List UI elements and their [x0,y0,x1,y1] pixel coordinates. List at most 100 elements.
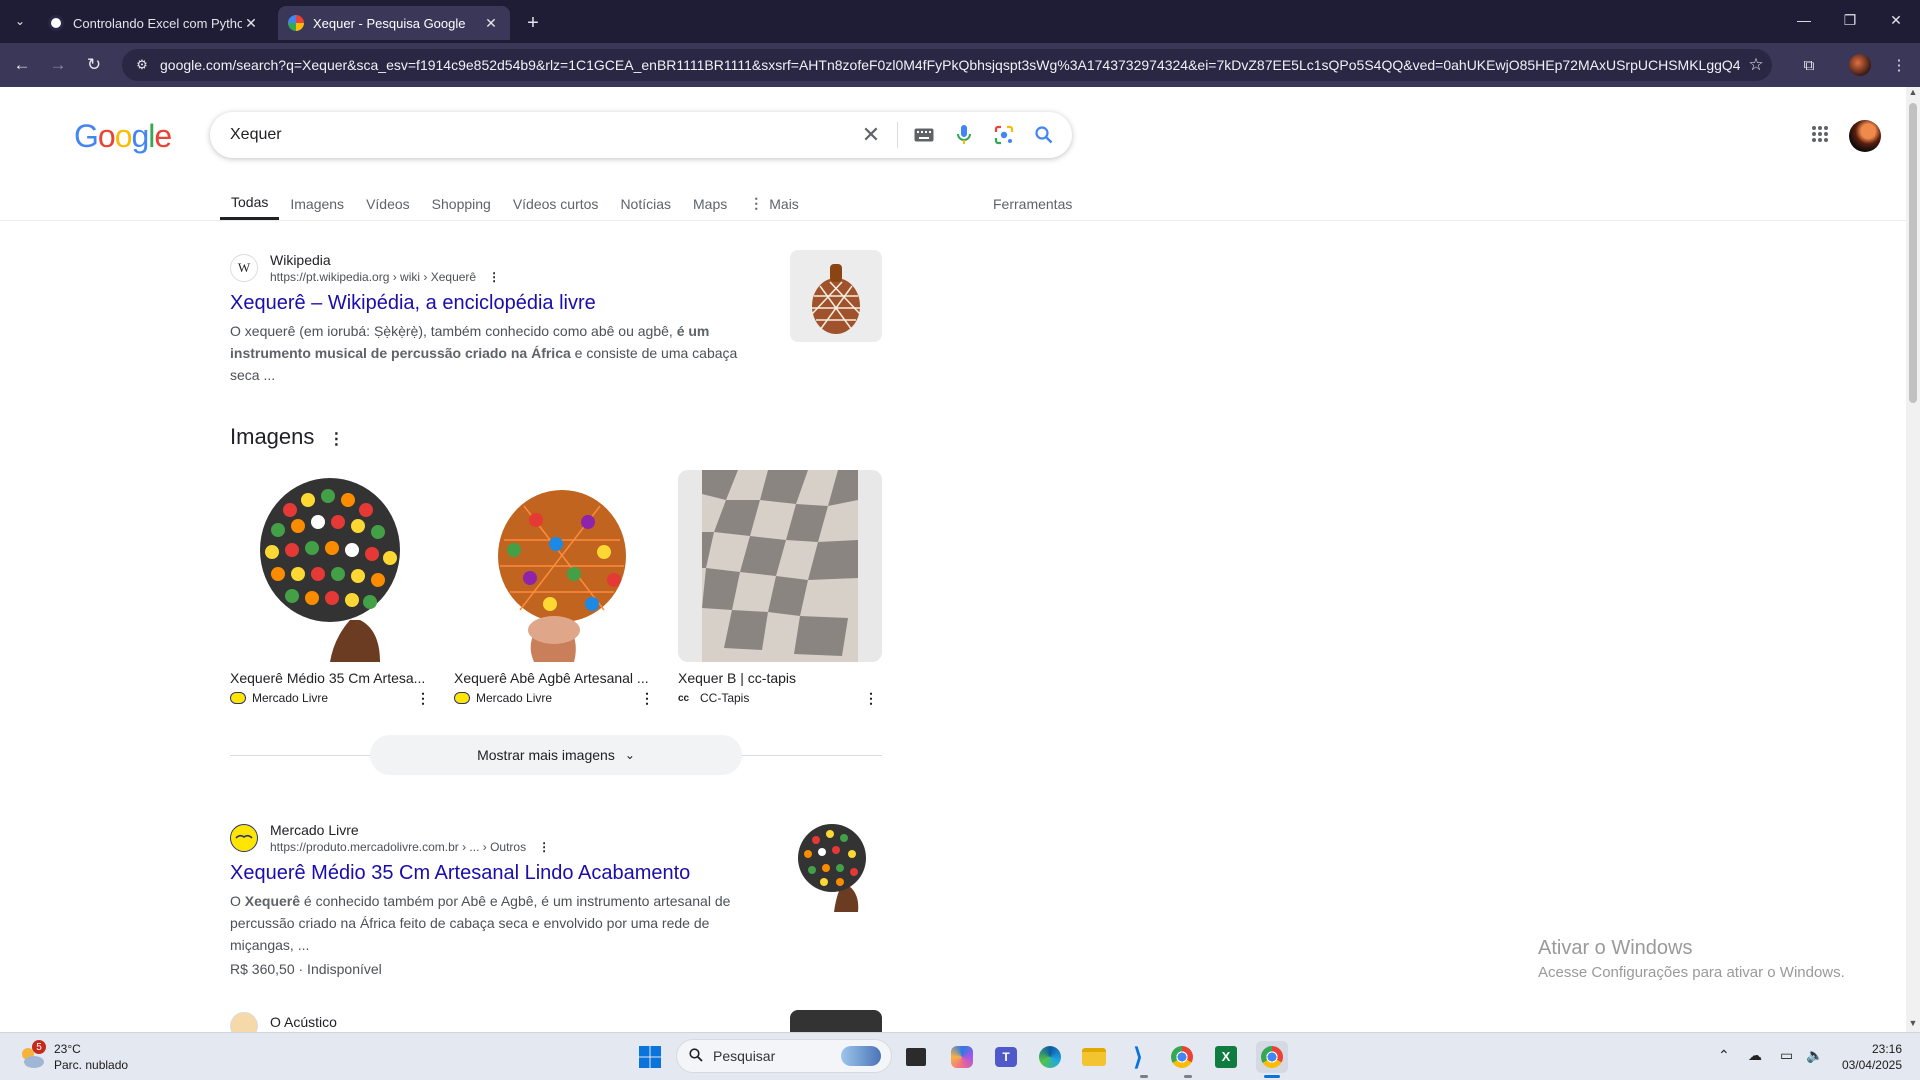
network-icon[interactable]: ▭ [1780,1047,1793,1064]
tab-videos[interactable]: Vídeos [355,187,421,220]
close-tab-icon[interactable]: ✕ [482,14,500,32]
forward-button[interactable]: → [44,51,72,79]
account-avatar[interactable] [1849,120,1881,152]
tab-shopping[interactable]: Shopping [421,187,502,220]
mercadolivre-icon [454,692,470,704]
search-icon[interactable] [1024,115,1064,155]
result-source[interactable]: O Acústico [230,1012,882,1032]
tab-noticias[interactable]: Notícias [609,187,682,220]
result-site-name: Mercado Livre [270,822,359,838]
google-lens-icon[interactable] [984,115,1024,155]
tab-videos-curtos[interactable]: Vídeos curtos [502,187,610,220]
url-text[interactable]: google.com/search?q=Xequer&sca_esv=f1914… [160,57,1740,73]
close-tab-icon[interactable]: ✕ [242,14,260,32]
microphone-icon[interactable] [944,115,984,155]
task-view-icon[interactable] [900,1041,932,1073]
image-thumbnail[interactable] [230,470,434,662]
tab-mais-label: Mais [769,195,799,212]
scroll-down-icon[interactable]: ▼ [1906,1018,1920,1032]
weather-desc: Parc. nublado [54,1058,129,1072]
snippet-text: O xequerê (em iorubá: Ṣẹ̀kẹ̀rẹ̀), também… [230,323,677,339]
more-vert-icon[interactable]: ⋮ [538,840,550,854]
minimize-icon: — [1797,12,1811,28]
reload-button[interactable]: ↻ [80,51,108,79]
ml-thumbnail[interactable] [790,820,882,912]
image-source: Mercado Livre ⋮ [230,690,434,707]
puzzle-icon: ⧉ [1803,56,1815,74]
image-thumbnail[interactable] [678,470,882,662]
result-title-link[interactable]: Xequerê – Wikipédia, a enciclopédia livr… [230,290,882,316]
image-card[interactable]: Xequerê Abê Agbê Artesanal ... Mercado L… [454,470,658,707]
image-caption[interactable]: Xequerê Médio 35 Cm Artesa... [230,670,430,686]
search-box[interactable]: Xequer ✕ [210,112,1072,158]
file-explorer-icon[interactable] [1078,1041,1110,1073]
volume-icon[interactable]: 🔈 [1806,1047,1823,1064]
teams-icon[interactable]: T [990,1041,1022,1073]
excel-icon[interactable]: X [1210,1041,1242,1073]
more-vert-icon[interactable]: ⋮ [488,270,500,284]
result-title-link[interactable]: Xequerê Médio 35 Cm Artesanal Lindo Acab… [230,860,882,886]
back-button[interactable]: ← [8,51,36,79]
tab-maps[interactable]: Maps [682,187,738,220]
page-scrollbar[interactable]: ▲ ▼ [1906,87,1920,1032]
more-vert-icon[interactable]: ⋮ [640,690,654,707]
new-tab-button[interactable]: + [520,10,546,36]
address-bar[interactable]: ⚙ google.com/search?q=Xequer&sca_esv=f19… [122,49,1772,81]
close-window-button[interactable]: ✕ [1873,0,1919,40]
tab-imagens[interactable]: Imagens [279,187,355,220]
chrome-icon[interactable] [1166,1041,1198,1073]
weather-widget[interactable]: 5 23°C Parc. nublado [18,1040,129,1073]
site-info-icon[interactable]: ⚙ [132,55,152,75]
onedrive-icon[interactable]: ☁ [1748,1047,1762,1064]
wiki-thumbnail[interactable] [790,250,882,342]
image-thumbnail[interactable] [454,470,658,662]
tab-search-button[interactable]: ⌄ [6,7,34,35]
google-logo[interactable]: Google [74,118,172,155]
taskbar-search[interactable]: Pesquisar [676,1039,892,1073]
clock-time: 23:16 [1871,1042,1902,1056]
chevron-down-icon: ⌄ [624,748,635,762]
tray-chevron-up-icon[interactable]: ⌃ [1718,1047,1730,1064]
tab-todas[interactable]: Todas [220,187,280,220]
result-site-name: O Acústico [270,1014,337,1030]
windows-start-icon[interactable] [634,1041,666,1073]
tab-google-search[interactable]: Xequer - Pesquisa Google ✕ [278,6,510,40]
chrome-menu-button[interactable]: ⋮ [1886,52,1912,78]
clock[interactable]: 23:16 03/04/2025 [1832,1041,1902,1073]
acustico-thumbnail[interactable] [790,1010,882,1032]
acustico-icon [230,1012,258,1032]
reload-icon: ↻ [86,55,102,74]
more-vert-icon[interactable]: ⋮ [864,690,878,707]
tools-button[interactable]: Ferramentas [982,187,1083,220]
image-card[interactable]: Xequerê Médio 35 Cm Artesa... Mercado Li… [230,470,434,707]
result-acustico: O Acústico [230,1012,882,1032]
result-source[interactable]: Mercado Livre https://produto.mercadoliv… [230,822,882,854]
tab-excel-python[interactable]: Controlando Excel com Python ✕ [38,6,270,40]
extensions-button[interactable]: ⧉ [1796,52,1822,78]
chrome-profile-icon[interactable] [1256,1041,1288,1073]
cc-tapis-icon: cc [678,692,690,704]
scrollbar-thumb[interactable] [1909,103,1917,403]
result-source[interactable]: W Wikipedia https://pt.wikipedia.org › w… [230,252,882,284]
tab-mais[interactable]: ⋮ Mais [738,187,810,220]
search-input[interactable]: Xequer [230,126,851,144]
clear-icon[interactable]: ✕ [851,115,891,155]
image-card[interactable]: Xequer B | cc-tapis cc CC-Tapis ⋮ [678,470,882,707]
show-more-images-button[interactable]: Mostrar mais imagens ⌄ [370,735,742,775]
profile-button[interactable] [1849,54,1871,76]
more-vert-icon[interactable]: ⋮ [416,690,430,707]
image-caption[interactable]: Xequerê Abê Agbê Artesanal ... [454,670,654,686]
restore-button[interactable]: ❐ [1827,0,1873,40]
cloud-sun-icon: 5 [18,1040,46,1070]
copilot-icon[interactable] [946,1041,978,1073]
image-caption[interactable]: Xequer B | cc-tapis [678,670,878,686]
arrow-left-icon: ← [13,55,31,74]
bookmark-star-icon[interactable]: ☆ [1740,55,1772,75]
google-apps-icon[interactable] [1808,122,1832,146]
edge-icon[interactable] [1034,1041,1066,1073]
more-vert-icon[interactable]: ⋮ [328,431,344,448]
keyboard-icon[interactable] [904,115,944,155]
scroll-up-icon[interactable]: ▲ [1906,87,1920,101]
minimize-button[interactable]: — [1781,0,1827,40]
vscode-icon[interactable]: ⟩ [1122,1041,1154,1073]
